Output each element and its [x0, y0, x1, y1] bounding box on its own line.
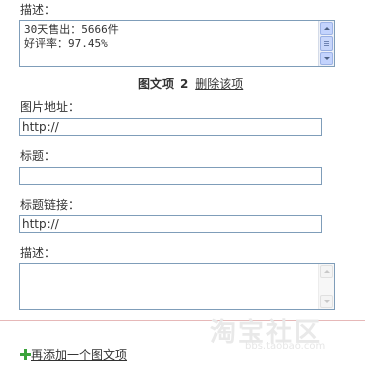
add-item-row[interactable]: 再添加一个图文项 — [20, 346, 127, 363]
desc-scrollbar-2[interactable] — [318, 264, 334, 309]
scroll-thumb[interactable] — [320, 36, 333, 51]
desc-textarea-1[interactable]: 30天售出：5666件 好评率：97.45% — [19, 20, 335, 67]
image-url-input[interactable]: http:// — [19, 118, 322, 136]
scroll-up-button-disabled[interactable] — [320, 265, 333, 278]
title-link-input[interactable]: http:// — [19, 215, 322, 233]
item-number: 2 — [180, 77, 189, 91]
title-input[interactable] — [19, 167, 322, 185]
desc-label-1: 描述： — [20, 3, 57, 17]
scroll-up-button[interactable] — [320, 22, 333, 35]
desc-label-2: 描述： — [20, 246, 57, 260]
desc-scrollbar-1[interactable] — [318, 21, 334, 66]
arrow-down-icon — [324, 300, 330, 303]
item-header: 图文项 2 删除该项 — [138, 75, 243, 92]
desc-line-1: 30天售出：5666件 — [24, 23, 119, 36]
delete-item-link[interactable]: 删除该项 — [195, 77, 243, 91]
image-url-label: 图片地址： — [20, 100, 81, 114]
desc-line-2: 好评率：97.45% — [24, 37, 108, 50]
title-label: 标题： — [20, 149, 57, 163]
arrow-up-icon — [324, 270, 330, 273]
arrow-up-icon — [324, 27, 330, 30]
desc-textarea-2[interactable] — [19, 263, 335, 310]
title-link-label: 标题链接： — [20, 198, 81, 212]
add-item-link[interactable]: 再添加一个图文项 — [31, 348, 127, 362]
watermark-url: bbs.taobao.com — [245, 341, 326, 352]
item-title: 图文项 — [138, 77, 175, 91]
scroll-down-button[interactable] — [320, 52, 333, 65]
scroll-down-button-disabled[interactable] — [320, 295, 333, 308]
plus-icon — [20, 349, 31, 360]
arrow-down-icon — [324, 57, 330, 60]
